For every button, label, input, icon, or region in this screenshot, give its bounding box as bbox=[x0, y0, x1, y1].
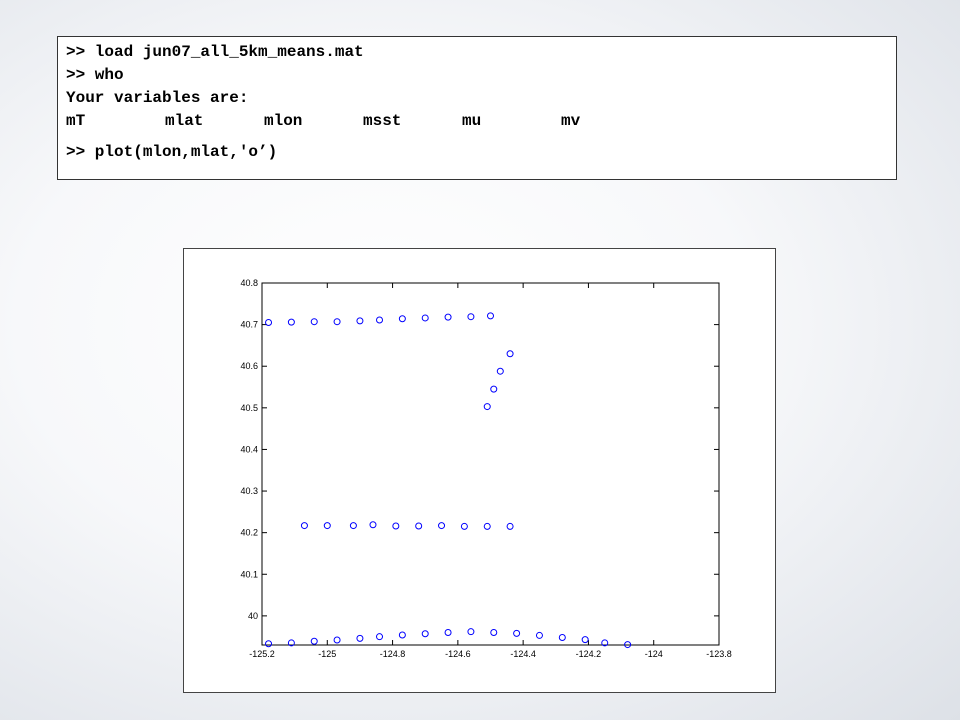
x-tick-label: -124 bbox=[645, 649, 663, 659]
command-line-load: >> load jun07_all_5km_means.mat bbox=[66, 43, 364, 61]
x-tick-label: -125 bbox=[318, 649, 336, 659]
variable-name: mlon bbox=[264, 112, 303, 130]
x-tick-label: -124.2 bbox=[576, 649, 602, 659]
x-tick-label: -124.8 bbox=[380, 649, 406, 659]
command-line-plot: >> plot(mlon,mlat,'o’) bbox=[66, 143, 278, 161]
variable-name: mT bbox=[66, 112, 86, 130]
y-tick-label: 40.3 bbox=[240, 486, 258, 496]
x-tick-label: -124.4 bbox=[510, 649, 536, 659]
y-tick-label: 40.5 bbox=[240, 403, 258, 413]
axes-box bbox=[261, 282, 720, 646]
y-tick-label: 40.7 bbox=[240, 320, 258, 330]
y-tick-label: 40 bbox=[248, 611, 258, 621]
y-tick-label: 40.4 bbox=[240, 444, 258, 454]
y-tick-label: 40.6 bbox=[240, 361, 258, 371]
variable-name: mv bbox=[561, 112, 581, 130]
figure-window: -125.2 -125 -124.8 -124.6 -124.4 -124.2 -124 -1… bbox=[183, 248, 776, 693]
variables-list: mT mlat mlon msst mu mv bbox=[66, 110, 888, 133]
x-tick-label: -124.6 bbox=[445, 649, 471, 659]
output-variables-header: Your variables are: bbox=[66, 89, 249, 107]
variable-name: mlat bbox=[165, 112, 204, 130]
y-tick-label: 40.2 bbox=[240, 528, 258, 538]
y-tick-label: 40.8 bbox=[240, 278, 258, 288]
variable-name: mu bbox=[462, 112, 482, 130]
variable-name: msst bbox=[363, 112, 402, 130]
x-tick-label: -123.8 bbox=[706, 649, 732, 659]
scatter-plot: -125.2 -125 -124.8 -124.6 -124.4 -124.2 -124 -1… bbox=[240, 278, 732, 659]
command-line-who: >> who bbox=[66, 66, 124, 84]
y-tick-label: 40.1 bbox=[240, 569, 258, 579]
x-tick-label: -125.2 bbox=[249, 649, 275, 659]
command-window: >> load jun07_all_5km_means.mat >> who Y… bbox=[57, 36, 897, 180]
